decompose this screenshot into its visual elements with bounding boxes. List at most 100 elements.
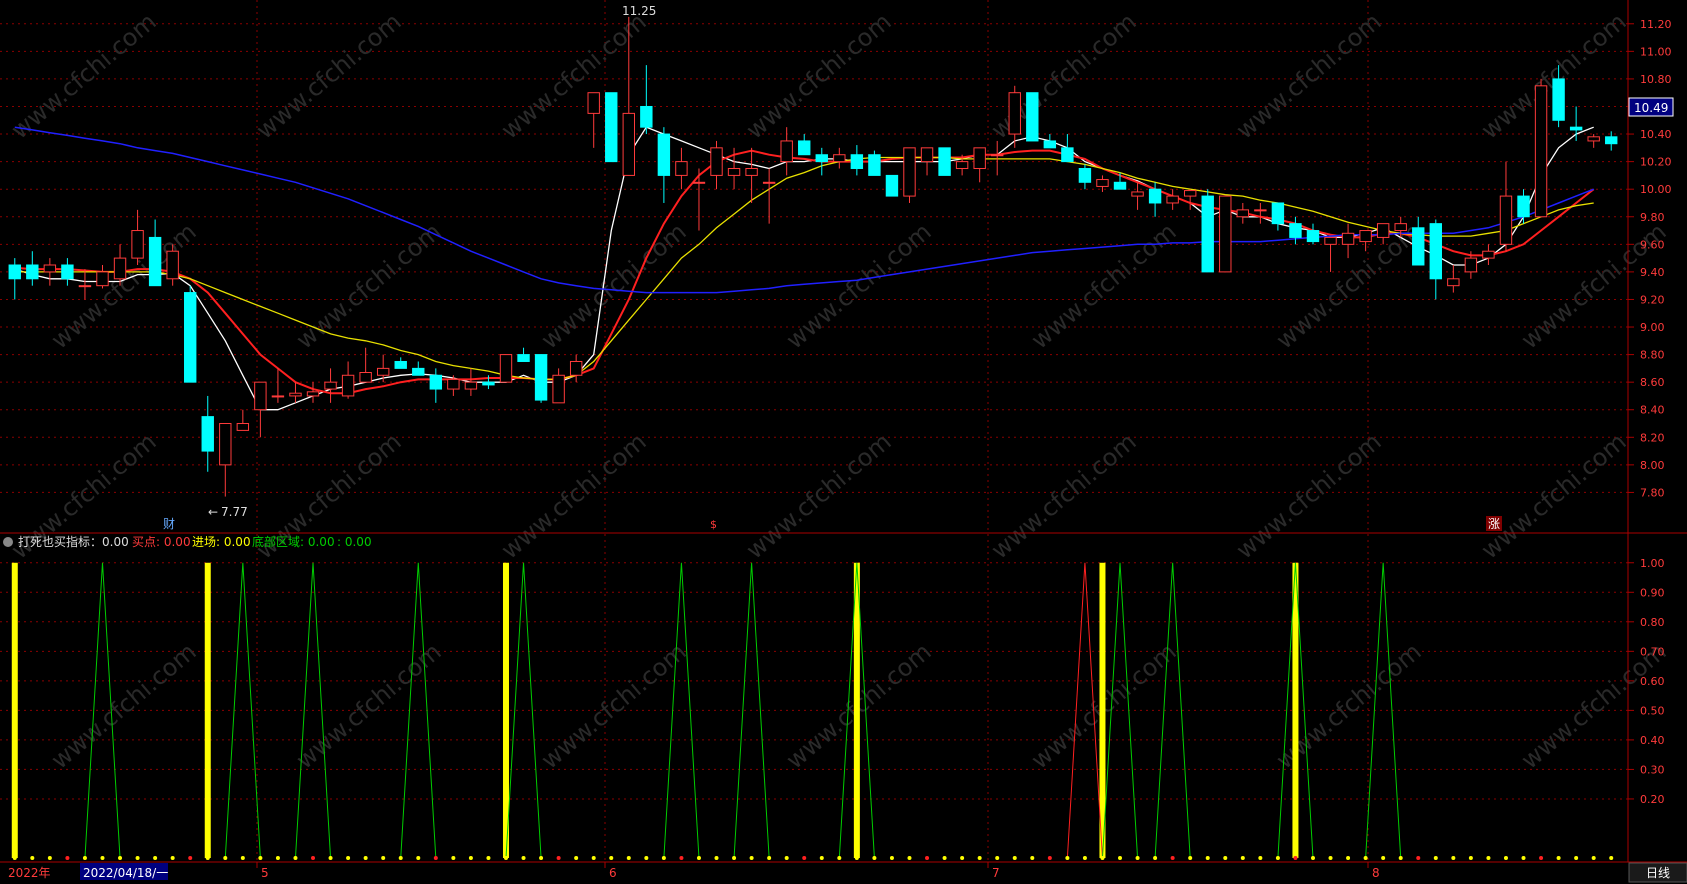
candle-body xyxy=(780,140,793,163)
candle[interactable] xyxy=(938,147,951,176)
candle[interactable] xyxy=(1341,223,1355,259)
indicator-baseline-dot xyxy=(503,856,508,860)
candle[interactable] xyxy=(61,258,74,286)
event-marker-dollar[interactable]: $ xyxy=(710,518,717,531)
candle[interactable] xyxy=(271,368,285,403)
candle[interactable] xyxy=(148,219,162,287)
candle[interactable] xyxy=(394,357,407,369)
candle-body xyxy=(1096,179,1109,187)
candle[interactable] xyxy=(868,150,881,176)
candle[interactable] xyxy=(903,147,916,203)
indicator-baseline-dot xyxy=(1153,856,1158,860)
candle[interactable] xyxy=(815,147,828,176)
candle[interactable] xyxy=(1447,265,1460,293)
candle[interactable] xyxy=(359,347,372,383)
candle[interactable] xyxy=(26,251,39,286)
stock-chart[interactable]: www.cfchi.com www.cfchi.com www.cfchi.com w… xyxy=(0,0,1687,884)
indicator-baseline-dot xyxy=(1100,856,1105,860)
candle[interactable] xyxy=(1131,182,1144,210)
indicator-baseline-dot xyxy=(767,856,772,860)
candle[interactable] xyxy=(78,269,92,300)
period-button[interactable]: 日线 xyxy=(1646,866,1670,880)
candle[interactable] xyxy=(464,368,478,396)
candle[interactable] xyxy=(341,361,355,399)
candle[interactable] xyxy=(552,368,565,404)
candle[interactable] xyxy=(1289,216,1302,245)
candle[interactable] xyxy=(991,140,1004,176)
candle[interactable] xyxy=(254,381,267,438)
candle[interactable] xyxy=(43,258,57,286)
candle[interactable] xyxy=(1271,202,1285,231)
indicator-baseline-dot xyxy=(854,856,859,860)
candle[interactable] xyxy=(1569,106,1583,141)
candle[interactable] xyxy=(517,347,530,362)
candle-body xyxy=(1376,223,1390,238)
candle[interactable] xyxy=(1359,230,1372,252)
candle[interactable] xyxy=(745,147,758,203)
candle[interactable] xyxy=(219,423,232,497)
indicator-baseline-dot xyxy=(609,856,614,860)
candle[interactable] xyxy=(1236,202,1250,224)
candle[interactable] xyxy=(710,140,723,190)
candle[interactable] xyxy=(780,127,793,176)
entry-bar xyxy=(502,562,509,858)
candle[interactable] xyxy=(675,147,688,190)
candle[interactable] xyxy=(1026,92,1039,142)
indicator-baseline-dot xyxy=(1609,856,1614,860)
candle[interactable] xyxy=(973,147,986,183)
candle[interactable] xyxy=(412,361,425,376)
candle[interactable] xyxy=(1482,244,1495,265)
candle[interactable] xyxy=(1534,78,1548,218)
indicator-baseline-dot xyxy=(346,856,351,860)
candle[interactable] xyxy=(798,134,811,156)
candle[interactable] xyxy=(1254,202,1267,224)
candle[interactable] xyxy=(1306,223,1320,245)
candle[interactable] xyxy=(184,285,197,383)
candle[interactable] xyxy=(640,65,653,135)
candle[interactable] xyxy=(692,168,706,231)
candle[interactable] xyxy=(236,409,250,431)
candle[interactable] xyxy=(885,174,899,197)
candle[interactable] xyxy=(1113,172,1127,190)
candle[interactable] xyxy=(833,147,846,169)
candle-body xyxy=(1201,195,1214,273)
candle[interactable] xyxy=(920,147,934,176)
candle[interactable] xyxy=(1219,195,1232,273)
candle[interactable] xyxy=(429,368,443,403)
candle[interactable] xyxy=(605,92,618,163)
event-marker-rise[interactable]: 涨 xyxy=(1488,516,1500,531)
candle[interactable] xyxy=(324,368,337,403)
candle[interactable] xyxy=(657,127,671,203)
candle[interactable] xyxy=(569,354,583,383)
candle[interactable] xyxy=(8,258,21,300)
candle-body xyxy=(289,392,302,397)
candle[interactable] xyxy=(1499,161,1513,252)
indicator-baseline-dot xyxy=(679,856,684,860)
event-marker-finance[interactable]: 财 xyxy=(163,517,175,531)
candle[interactable] xyxy=(201,395,214,472)
candle-body xyxy=(640,105,653,128)
candle[interactable] xyxy=(131,209,144,265)
candle[interactable] xyxy=(1078,164,1092,190)
candle[interactable] xyxy=(96,265,109,289)
indicator-baseline-dot xyxy=(47,856,52,860)
candle[interactable] xyxy=(289,382,302,403)
candle[interactable] xyxy=(499,354,513,383)
candle[interactable] xyxy=(762,168,776,224)
candle[interactable] xyxy=(1201,189,1214,273)
candle[interactable] xyxy=(1166,189,1179,210)
candle[interactable] xyxy=(1043,134,1057,149)
candle[interactable] xyxy=(534,354,548,403)
indicator-baseline-dot xyxy=(1346,856,1351,860)
indicator-baseline-dot xyxy=(153,856,158,860)
candle-body xyxy=(1236,209,1250,218)
candle[interactable] xyxy=(306,382,320,403)
candle[interactable] xyxy=(1061,134,1074,163)
candle[interactable] xyxy=(587,92,600,148)
candle[interactable] xyxy=(1324,236,1337,272)
candle[interactable] xyxy=(1429,219,1442,300)
indicator-settings-icon[interactable] xyxy=(3,537,13,547)
candle[interactable] xyxy=(1587,134,1600,148)
candle[interactable] xyxy=(1412,216,1425,266)
candle[interactable] xyxy=(850,145,864,176)
